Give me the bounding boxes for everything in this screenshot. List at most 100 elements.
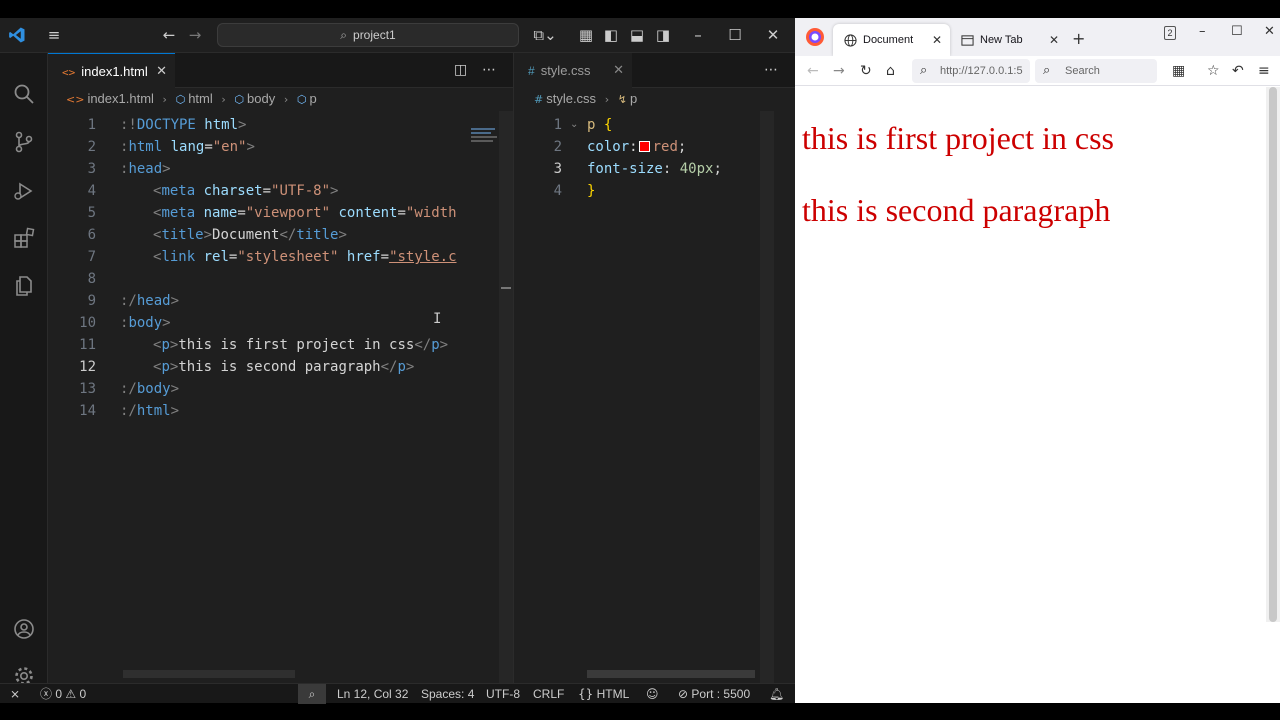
warning-icon: ⚠ <box>65 687 77 701</box>
toggle-secondary-sidebar-icon[interactable]: ◨ <box>653 26 673 44</box>
minimize-icon[interactable]: – <box>1199 24 1206 39</box>
url-bar[interactable]: ⌕ http://127.0.0.1:5 <box>912 59 1030 83</box>
code-line: <p>this is first project in css</p> <box>153 337 449 353</box>
tab-style-css[interactable]: # style.css ✕ <box>514 53 632 88</box>
cursor-position[interactable]: Ln 12, Col 32 <box>337 684 408 704</box>
vertical-scrollbar[interactable] <box>1266 87 1280 622</box>
more-actions-icon[interactable]: ⋯ <box>482 53 496 88</box>
line-number-current: 12 <box>79 359 96 375</box>
search-icon[interactable] <box>12 82 36 106</box>
line-number: 11 <box>79 337 96 353</box>
apps-grid-icon[interactable]: ▦ <box>1172 62 1185 80</box>
line-number: 9 <box>87 293 96 309</box>
error-icon: ⓧ <box>40 687 53 701</box>
maximize-icon[interactable]: ☐ <box>1231 24 1243 39</box>
browser-logo-icon <box>806 28 824 46</box>
new-tab-plus-icon[interactable]: + <box>1072 31 1085 47</box>
live-server-port[interactable]: ⊘ Port : 5500 <box>678 684 750 704</box>
line-number: 13 <box>79 381 96 397</box>
explorer-icon[interactable] <box>12 274 36 298</box>
breadcrumb-p[interactable]: p <box>309 91 316 106</box>
vertical-scrollbar[interactable] <box>499 111 513 683</box>
forward-icon[interactable]: → <box>833 62 845 80</box>
code-line: :!DOCTYPE html> <box>120 117 247 133</box>
breadcrumb-p[interactable]: p <box>630 91 637 106</box>
text-cursor-icon: I <box>433 311 442 327</box>
hamburger-menu-icon[interactable]: ≡ <box>1258 62 1270 80</box>
toggle-sidebar-icon[interactable]: ◧ <box>601 26 621 44</box>
remote-icon[interactable]: ⨯ <box>10 684 20 704</box>
menu-icon[interactable]: ≡ <box>44 26 64 44</box>
indentation[interactable]: Spaces: 4 <box>421 684 474 704</box>
paragraph-2: this is second paragraph <box>802 192 1111 228</box>
breadcrumb-file[interactable]: index1.html <box>87 91 153 106</box>
extensions-icon[interactable] <box>12 226 36 250</box>
minimize-icon[interactable]: – <box>688 26 708 44</box>
page-viewport: this is first project in css this is sec… <box>795 87 1280 703</box>
breadcrumb-body[interactable]: body <box>247 91 275 106</box>
zoom-icon[interactable]: ⌕ <box>298 684 326 704</box>
color-swatch[interactable] <box>638 141 650 152</box>
bookmarks-star-icon[interactable]: ☆ <box>1207 62 1220 80</box>
copilot-status-icon[interactable]: ☺ <box>646 684 659 704</box>
home-icon[interactable]: ⌂ <box>886 62 895 80</box>
search-bar[interactable]: ⌕ Search <box>1035 59 1157 83</box>
copilot-icon[interactable]: ⧉⌄ <box>531 26 559 44</box>
accounts-icon[interactable] <box>12 617 36 641</box>
code-editor-html[interactable]: 1 2 3 4 5 6 7 8 9 10 11 12 13 14 :!DOCTY… <box>48 111 513 671</box>
notifications-bell-icon[interactable]: 🔔︎ <box>769 684 784 704</box>
problems-indicator[interactable]: ⓧ 0 ⚠ 0 <box>40 684 86 704</box>
line-number-current: 3 <box>553 161 562 177</box>
reload-icon[interactable]: ↻ <box>860 62 872 80</box>
maximize-icon[interactable]: ☐ <box>725 26 745 44</box>
close-window-icon[interactable]: ✕ <box>1264 24 1275 39</box>
code-line: p { <box>587 117 613 133</box>
undo-icon[interactable]: ↶ <box>1232 62 1244 80</box>
fold-chevron-icon[interactable]: ⌄ <box>570 114 578 136</box>
line-number: 3 <box>87 161 96 177</box>
css-file-icon: # <box>534 93 544 106</box>
search-icon: ⌕ <box>920 63 928 78</box>
search-placeholder: Search <box>1065 65 1100 77</box>
back-icon[interactable]: ← <box>159 26 179 44</box>
code-line: :head> <box>120 161 171 177</box>
run-debug-icon[interactable] <box>12 179 36 203</box>
activity-bar <box>0 53 48 685</box>
vertical-scrollbar[interactable] <box>760 111 774 683</box>
browser-tab-new[interactable]: New Tab ✕ <box>950 24 1067 56</box>
horizontal-scrollbar[interactable] <box>123 670 295 678</box>
close-tab-icon[interactable]: ✕ <box>613 53 624 88</box>
close-tab-icon[interactable]: ✕ <box>932 24 942 56</box>
command-center[interactable]: ⌕ project1 <box>217 23 519 47</box>
encoding[interactable]: UTF-8 <box>486 684 520 704</box>
breadcrumb-file[interactable]: style.css <box>546 91 596 106</box>
horizontal-scrollbar[interactable] <box>587 670 755 678</box>
browser-tab-document[interactable]: Document ✕ <box>833 24 950 56</box>
tab-index1-html[interactable]: <> index1.html ✕ <box>48 53 175 88</box>
more-actions-icon[interactable]: ⋯ <box>764 53 778 88</box>
source-control-icon[interactable] <box>12 130 36 154</box>
tab-count-badge[interactable]: 2 <box>1164 26 1176 40</box>
line-number: 4 <box>87 183 96 199</box>
code-editor-css[interactable]: 1 2 3 4 ⌄ p { color: red; font-size: 40px… <box>514 111 796 671</box>
line-number: 4 <box>553 183 562 199</box>
html-file-icon: <> <box>62 66 76 79</box>
breadcrumb-html[interactable]: html <box>188 91 213 106</box>
customize-layout-icon[interactable]: ▦ <box>576 26 596 44</box>
minimap[interactable] <box>464 111 499 683</box>
split-editor-icon[interactable]: ◫ <box>454 53 467 88</box>
vscode-logo-icon <box>9 27 25 43</box>
globe-icon <box>844 34 857 47</box>
toggle-panel-icon[interactable]: ⬓ <box>627 26 647 44</box>
line-ending[interactable]: CRLF <box>533 684 564 704</box>
code-line: <meta name="viewport" content="width <box>153 205 457 221</box>
close-tab-icon[interactable]: ✕ <box>1049 24 1059 56</box>
forward-icon[interactable]: → <box>185 26 205 44</box>
browser-tab-strip: Document ✕ New Tab ✕ + 2 – ☐ ✕ <box>795 18 1280 56</box>
close-tab-icon[interactable]: ✕ <box>156 54 167 89</box>
close-icon[interactable]: ✕ <box>763 26 783 44</box>
tab-bar: <> index1.html ✕ ◫ ⋯ <box>48 53 513 88</box>
back-icon[interactable]: ← <box>807 62 819 80</box>
search-icon: ⌕ <box>1043 63 1051 78</box>
language-mode[interactable]: {} HTML <box>578 684 629 704</box>
